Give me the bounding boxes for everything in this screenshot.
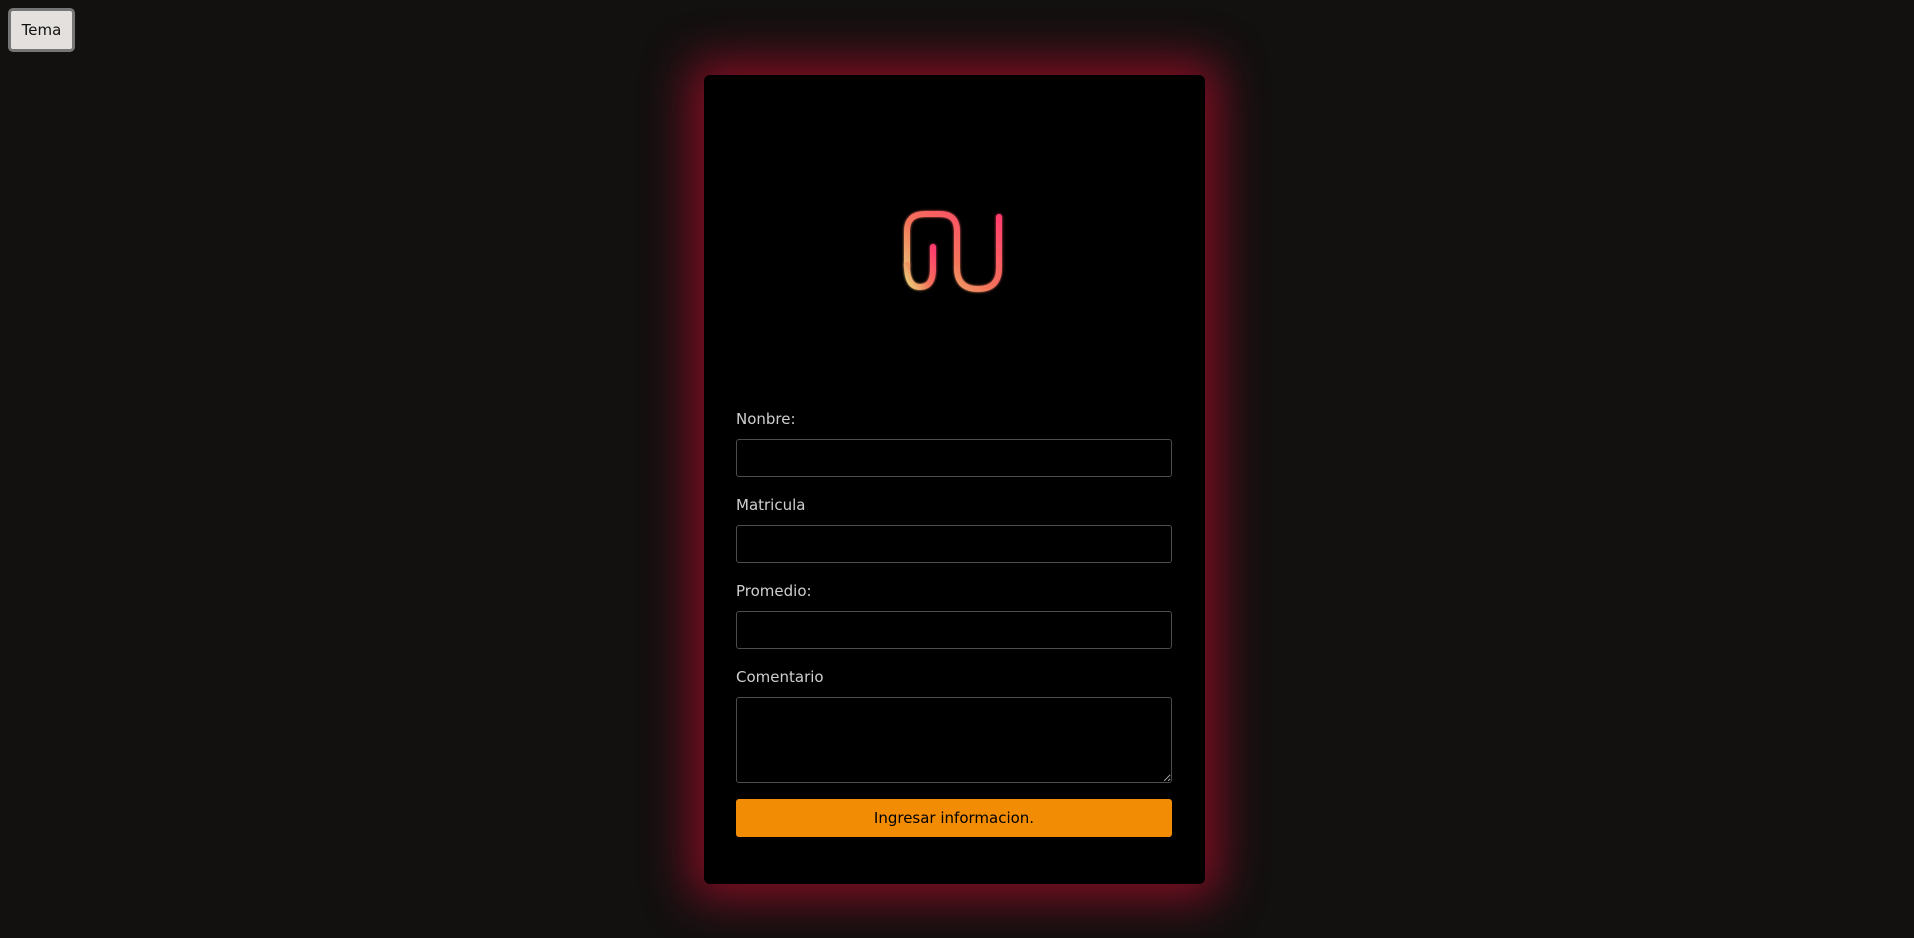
name-input[interactable] bbox=[736, 439, 1172, 477]
name-label: Nonbre: bbox=[736, 410, 796, 428]
comentario-label: Comentario bbox=[736, 668, 824, 686]
nu-logo-icon bbox=[904, 211, 1002, 293]
theme-toggle-button[interactable]: Tema bbox=[8, 8, 75, 52]
comentario-textarea[interactable] bbox=[736, 697, 1172, 783]
matricula-input[interactable] bbox=[736, 525, 1172, 563]
form-card: Nonbre: Matricula Promedio: Comentario I… bbox=[704, 75, 1205, 884]
promedio-input[interactable] bbox=[736, 611, 1172, 649]
submit-button[interactable]: Ingresar informacion. bbox=[736, 799, 1172, 837]
matricula-label: Matricula bbox=[736, 496, 806, 514]
promedio-label: Promedio: bbox=[736, 582, 812, 600]
